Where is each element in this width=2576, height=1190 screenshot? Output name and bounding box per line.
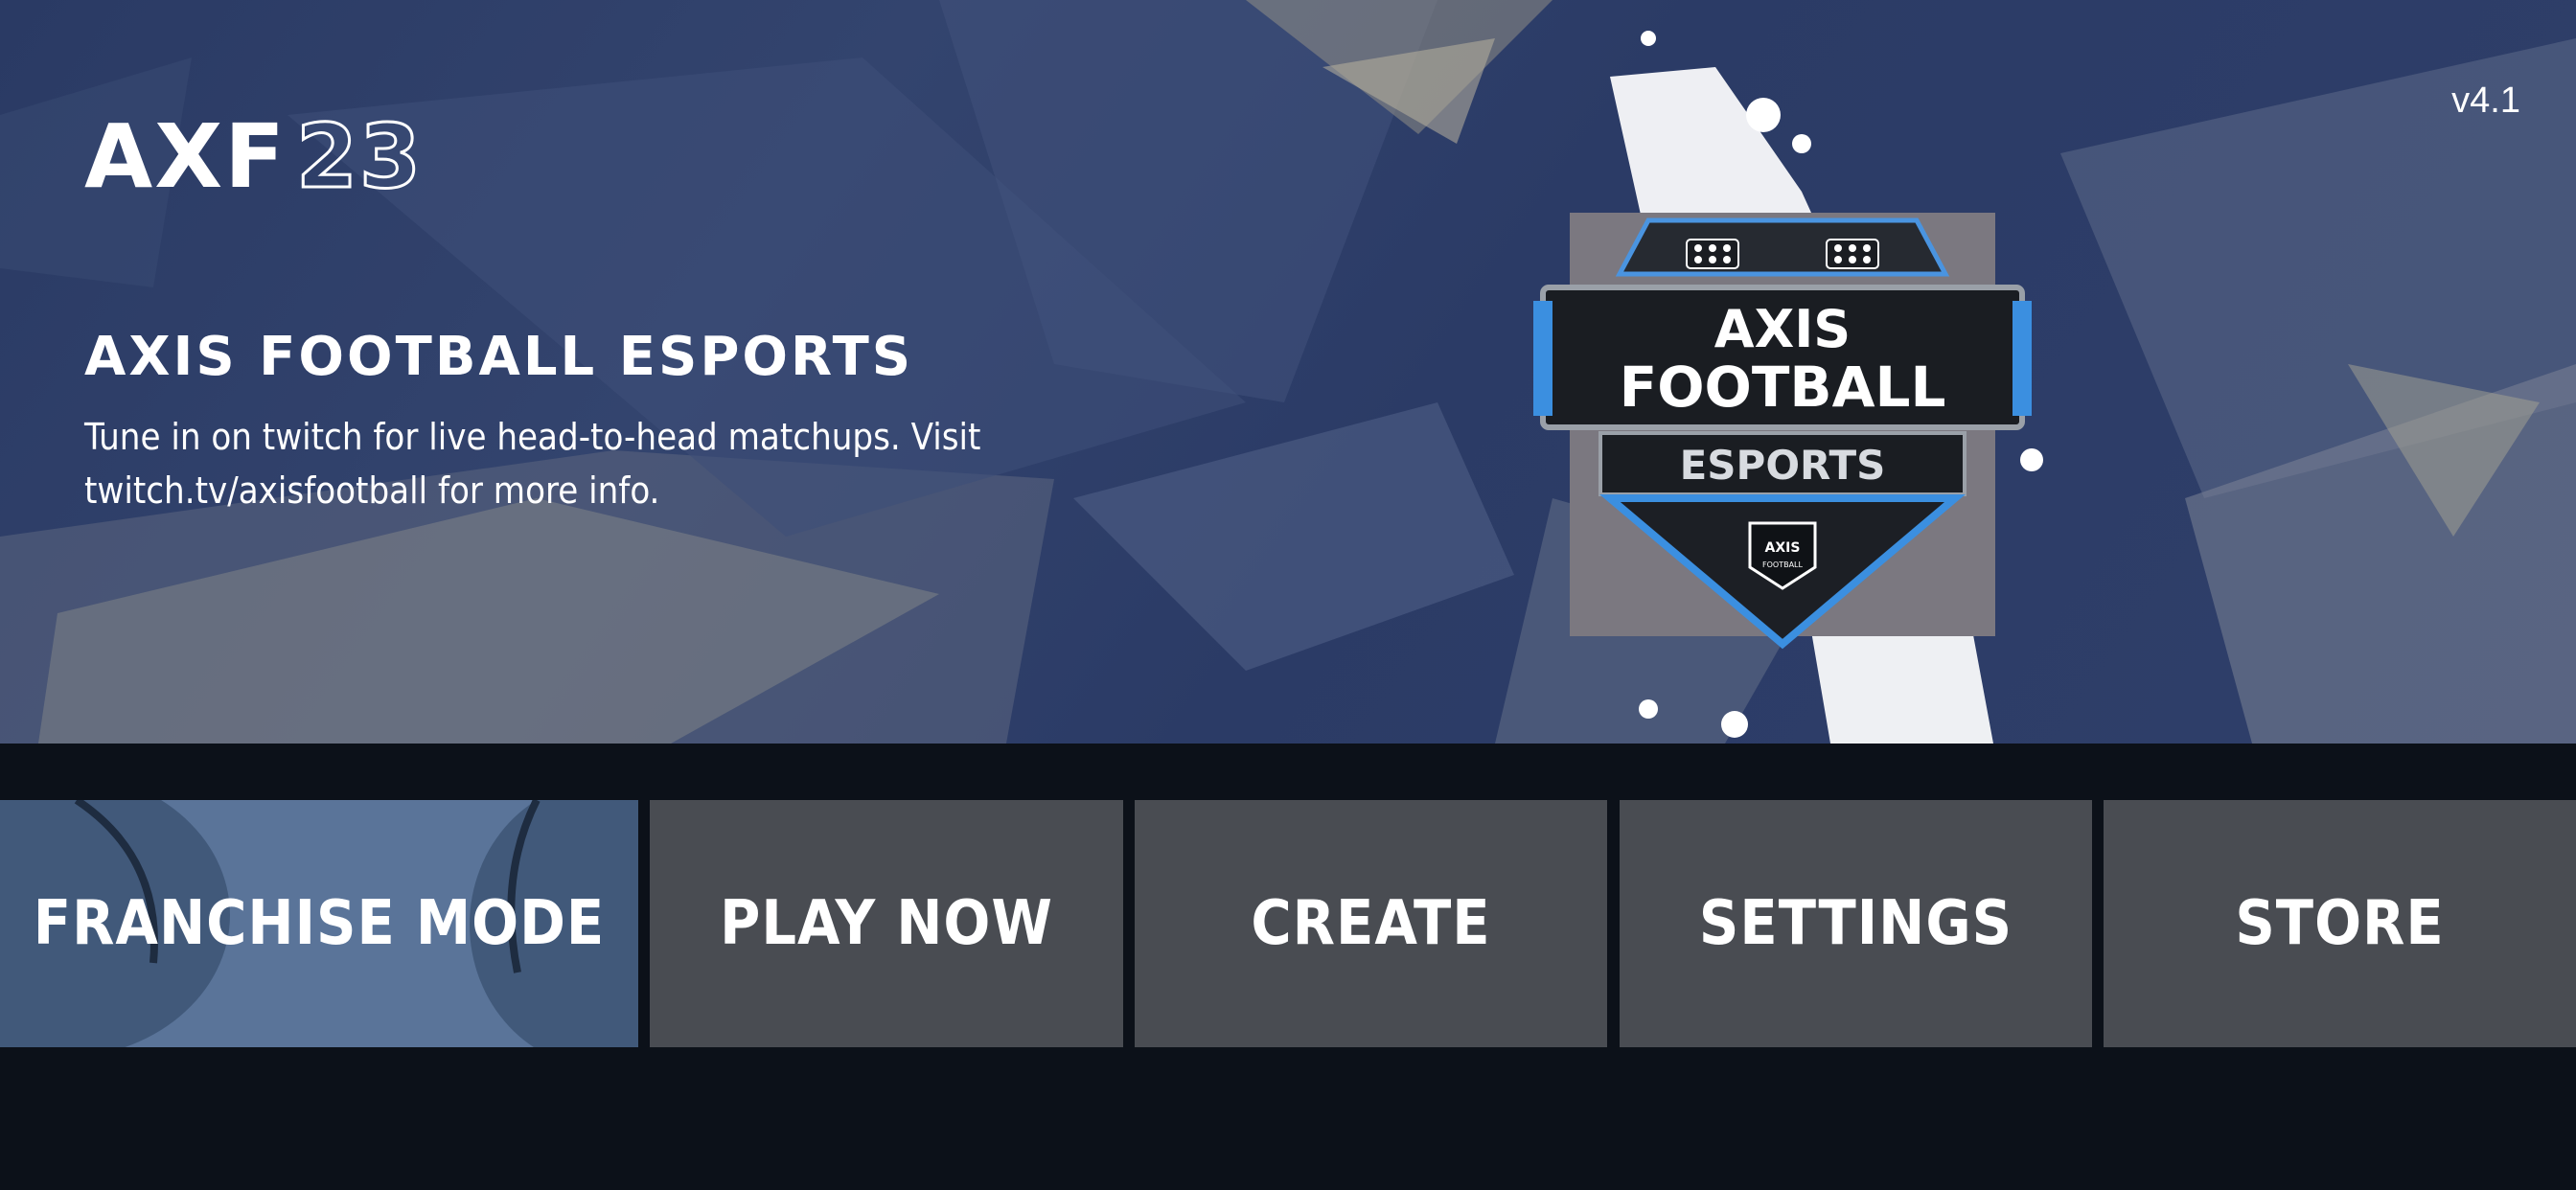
promo-description: Tune in on twitch for live head-to-head … <box>84 416 981 512</box>
badge-text-football: FOOTBALL <box>1620 355 1946 420</box>
badge-small-football: FOOTBALL <box>1762 561 1804 569</box>
tile-label: CREATE <box>1251 888 1491 959</box>
menu-tile-play-now[interactable]: PLAY NOW <box>650 800 1123 1047</box>
logo-number: 23 <box>294 105 424 208</box>
badge-text-axis: AXIS <box>1714 299 1851 359</box>
menu-tile-store[interactable]: STORE <box>2104 800 2576 1047</box>
tile-label: PLAY NOW <box>720 888 1053 959</box>
badge-text-esports: ESPORTS <box>1680 442 1886 489</box>
version-label: v4.1 <box>2451 80 2520 121</box>
tile-label: SETTINGS <box>1698 888 2013 959</box>
menu-tile-franchise-mode[interactable]: FRANCHISE MODE <box>0 800 638 1047</box>
hero-banner: AXF 23 v4.1 AXIS FOOTBALL ESPORTS Tune i… <box>0 0 2576 744</box>
menu-tile-create[interactable]: CREATE <box>1135 800 1607 1047</box>
tile-label: STORE <box>2235 888 2445 959</box>
logo-letters: AXF <box>84 105 287 208</box>
badge-small-axis: AXIS <box>1765 540 1801 556</box>
axf23-logo: AXF 23 <box>84 105 424 208</box>
menu-tile-settings[interactable]: SETTINGS <box>1620 800 2092 1047</box>
promo-title: AXIS FOOTBALL ESPORTS <box>84 326 914 388</box>
tile-label: FRANCHISE MODE <box>33 888 606 959</box>
axis-football-esports-badge: AXIS FOOTBALL ESPORTS AXIS FOOTBALL <box>1533 213 2032 650</box>
